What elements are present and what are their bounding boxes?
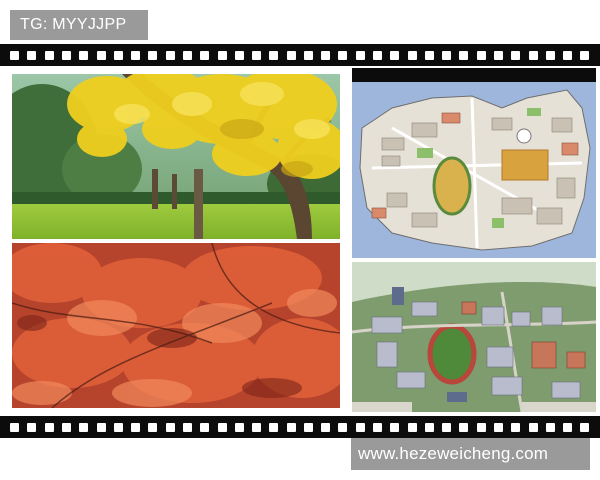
film-sprocket-hole: [217, 422, 227, 432]
film-sprocket-hole: [148, 50, 158, 60]
film-sprocket-hole: [459, 422, 469, 432]
film-sprocket-hole: [494, 50, 504, 60]
film-sprocket-hole: [321, 422, 331, 432]
film-sprocket-hole: [545, 422, 555, 432]
film-sprocket-hole: [165, 422, 175, 432]
film-sprocket-hole: [96, 422, 106, 432]
ginkgo-tree-photo: [12, 74, 340, 239]
film-sprocket-hole: [131, 50, 141, 60]
film-sprocket-hole: [494, 422, 504, 432]
film-sprocket-hole: [390, 422, 400, 432]
film-sprocket-hole: [286, 422, 296, 432]
film-sprocket-hole: [79, 50, 89, 60]
film-sprocket-hole: [269, 50, 279, 60]
watermark-bottom: www.hezeweicheng.com: [351, 438, 590, 470]
campus-map-photo: [352, 68, 596, 258]
film-sprocket-hole: [424, 422, 434, 432]
film-sprocket-hole: [113, 50, 123, 60]
film-sprocket-hole: [234, 422, 244, 432]
film-sprocket-hole: [217, 50, 227, 60]
photo-collage: [0, 66, 600, 416]
film-sprocket-hole: [79, 422, 89, 432]
film-sprocket-hole: [511, 422, 521, 432]
film-sprocket-hole: [165, 50, 175, 60]
film-sprocket-hole: [321, 50, 331, 60]
film-sprocket-hole: [528, 422, 538, 432]
film-sprocket-hole: [44, 422, 54, 432]
film-sprocket-hole: [442, 50, 452, 60]
film-sprocket-hole: [148, 422, 158, 432]
film-sprocket-hole: [563, 422, 573, 432]
film-sprocket-hole: [10, 422, 20, 432]
film-sprocket-hole: [511, 50, 521, 60]
film-sprocket-hole: [113, 422, 123, 432]
film-sprocket-hole: [27, 50, 37, 60]
red-maple-photo: [12, 243, 340, 408]
film-sprocket-hole: [545, 50, 555, 60]
film-sprocket-hole: [580, 50, 590, 60]
film-sprocket-hole: [200, 50, 210, 60]
film-sprocket-hole: [234, 50, 244, 60]
film-sprocket-hole: [61, 50, 71, 60]
film-sprocket-hole: [580, 422, 590, 432]
film-sprocket-hole: [373, 422, 383, 432]
watermark-top: TG: MYYJJPP: [10, 10, 148, 40]
film-sprocket-hole: [390, 50, 400, 60]
film-sprocket-hole: [373, 50, 383, 60]
film-sprocket-hole: [424, 50, 434, 60]
film-sprocket-hole: [44, 50, 54, 60]
film-sprocket-hole: [442, 422, 452, 432]
film-sprocket-hole: [303, 50, 313, 60]
film-sprocket-hole: [131, 422, 141, 432]
film-sprocket-hole: [61, 422, 71, 432]
film-sprocket-hole: [269, 422, 279, 432]
film-sprocket-hole: [10, 50, 20, 60]
film-sprocket-hole: [528, 50, 538, 60]
film-sprocket-hole: [27, 422, 37, 432]
film-sprocket-hole: [252, 50, 262, 60]
film-sprocket-hole: [355, 422, 365, 432]
film-sprockets-bottom: [0, 416, 600, 438]
film-sprocket-hole: [182, 422, 192, 432]
film-sprocket-hole: [96, 50, 106, 60]
film-sprocket-hole: [407, 50, 417, 60]
film-sprocket-hole: [286, 50, 296, 60]
film-sprocket-hole: [252, 422, 262, 432]
film-strip: [0, 44, 600, 438]
film-sprocket-hole: [200, 422, 210, 432]
film-sprockets-top: [0, 44, 600, 66]
film-sprocket-hole: [338, 50, 348, 60]
film-sprocket-hole: [563, 50, 573, 60]
film-sprocket-hole: [182, 50, 192, 60]
film-sprocket-hole: [459, 50, 469, 60]
film-sprocket-hole: [303, 422, 313, 432]
film-sprocket-hole: [407, 422, 417, 432]
campus-model-photo: [352, 262, 596, 412]
film-sprocket-hole: [476, 50, 486, 60]
film-sprocket-hole: [338, 422, 348, 432]
film-sprocket-hole: [476, 422, 486, 432]
film-sprocket-hole: [355, 50, 365, 60]
